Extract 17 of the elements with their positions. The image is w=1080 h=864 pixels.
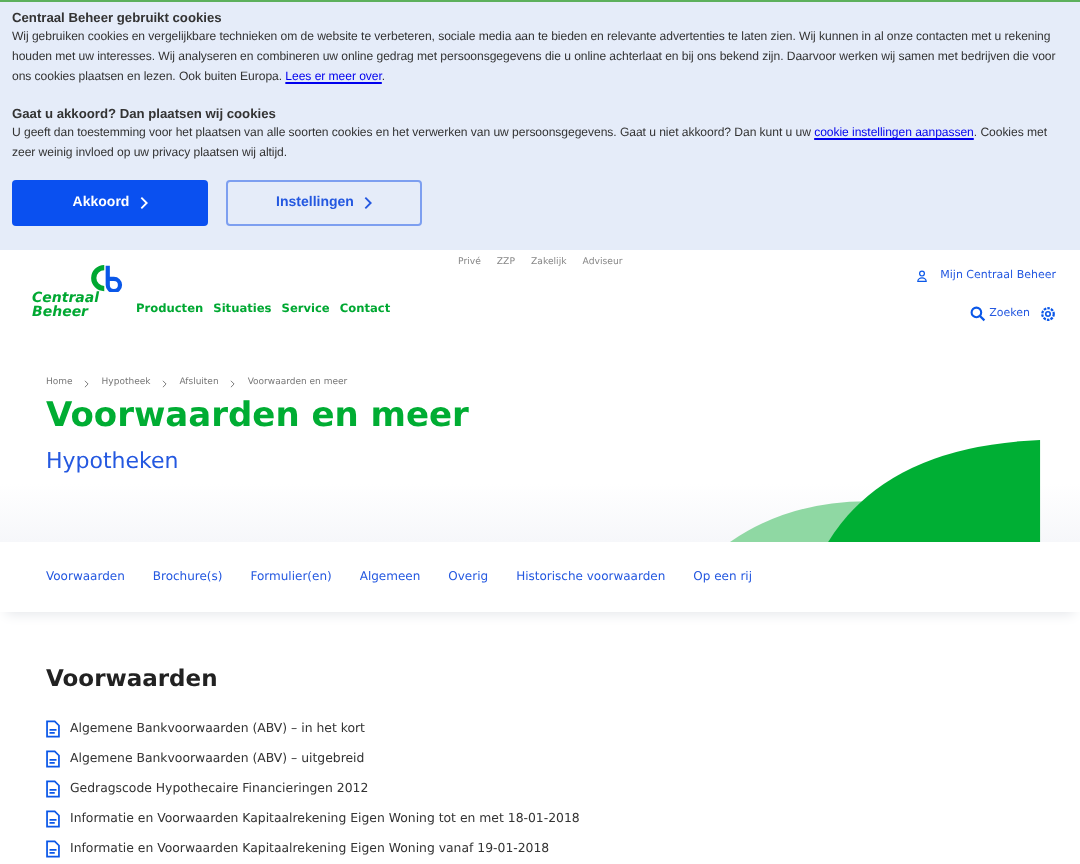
chevron-icon	[230, 379, 236, 387]
logo-icon	[86, 264, 126, 292]
page-subtitle: Hypotheken	[46, 448, 181, 474]
document-icon	[46, 750, 60, 768]
chevron-icon	[162, 379, 168, 387]
document-icon	[46, 810, 60, 828]
chevron-icon	[363, 196, 372, 210]
settings-icon[interactable]	[1040, 306, 1056, 322]
chevron-icon	[139, 196, 148, 210]
search-icon	[969, 306, 986, 322]
document-icon	[46, 720, 60, 738]
section-title: Voorwaarden	[46, 664, 220, 692]
page-title: Voorwaarden en meer	[46, 394, 471, 438]
document-icon	[46, 840, 60, 858]
chevron-icon	[84, 379, 90, 387]
user-icon	[916, 270, 929, 282]
document-icon	[46, 780, 60, 798]
